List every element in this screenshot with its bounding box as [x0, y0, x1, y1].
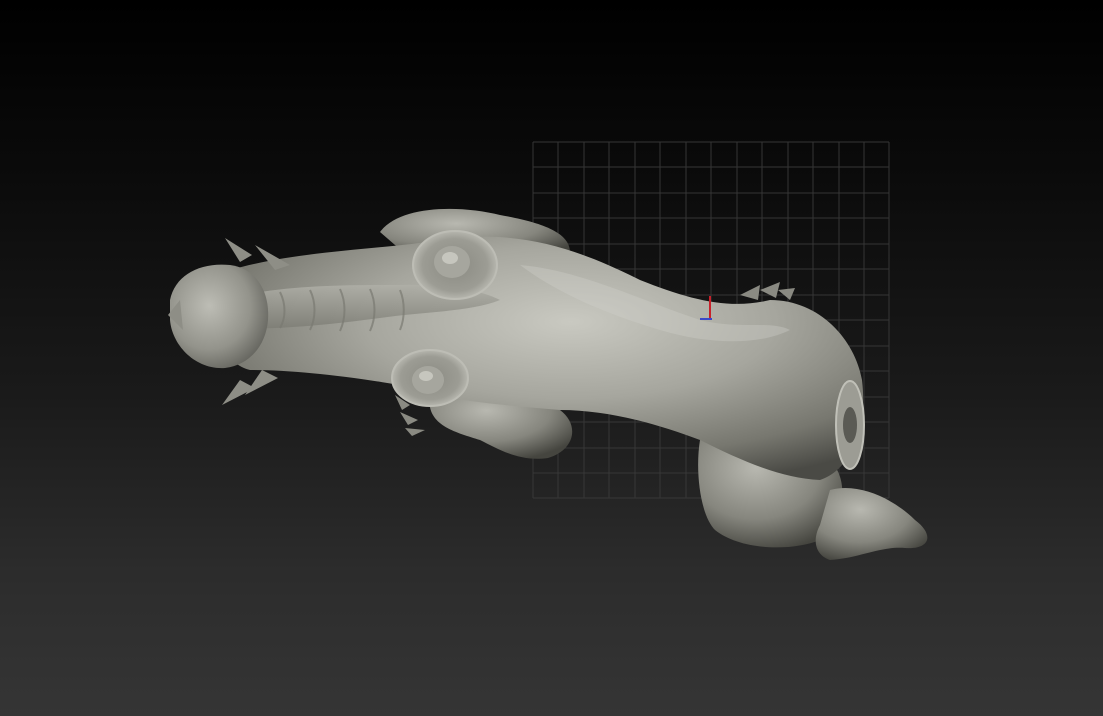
- scene-canvas[interactable]: [0, 0, 1103, 716]
- tail-socket: [835, 380, 865, 470]
- lower-joint: [391, 349, 469, 407]
- head: [170, 264, 269, 369]
- 3d-viewport[interactable]: [0, 0, 1103, 716]
- upper-joint: [412, 230, 498, 300]
- tail-tip: [815, 488, 928, 560]
